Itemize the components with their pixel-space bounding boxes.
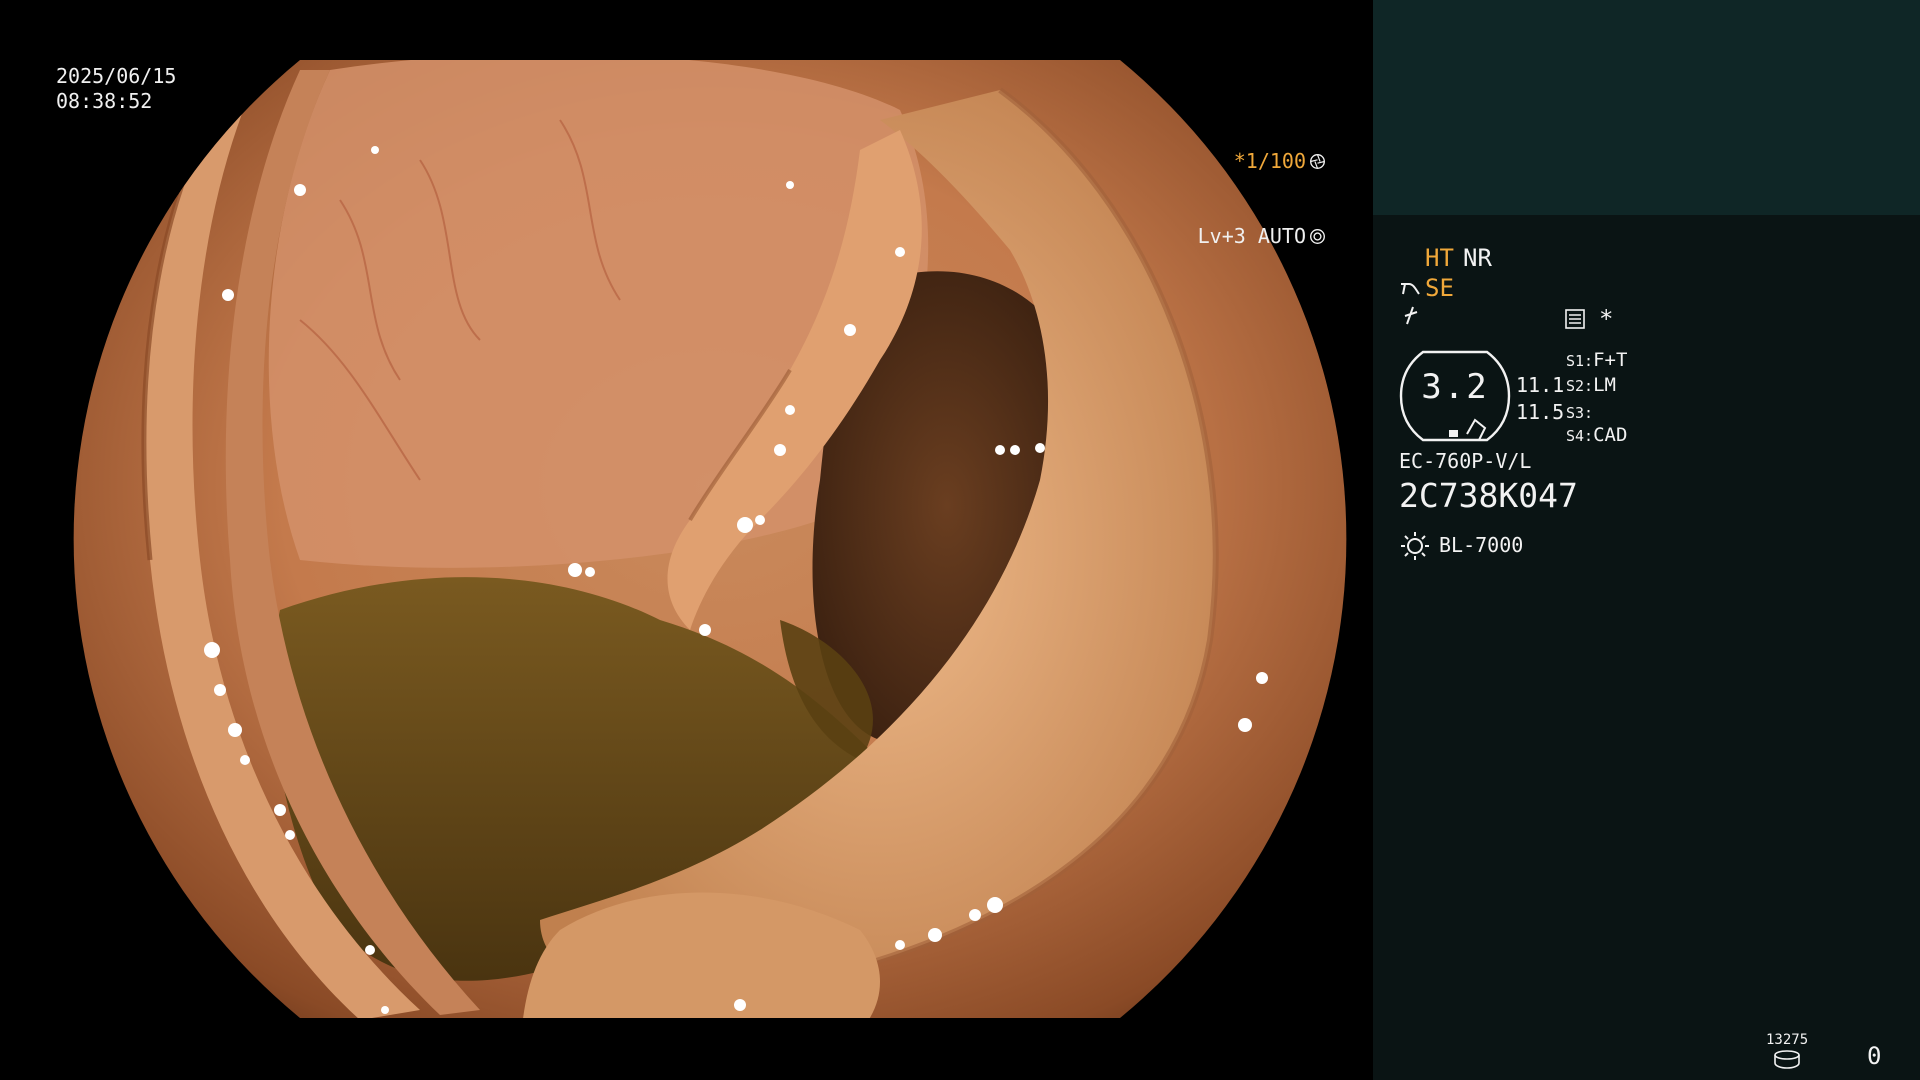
slot-key: S3:	[1566, 404, 1594, 422]
flash-icon	[1404, 306, 1418, 325]
exposure-display: *1/100 Lv+3 AUTO	[1198, 99, 1326, 299]
enhancement-level: Lv+3 AUTO	[1197, 224, 1306, 248]
date-text: 2025/06/15	[56, 64, 177, 88]
level-value: 3.2	[1421, 367, 1489, 407]
storage-count: 13275	[1766, 1032, 1809, 1048]
switch-slot-4: S4:CAD	[1566, 423, 1627, 448]
scope-model: EC-760P-V/L	[1399, 449, 1532, 473]
aperture-icon	[1310, 154, 1325, 169]
shutter-speed: *1/100	[1233, 149, 1306, 173]
colon-lumen-image	[73, 60, 1347, 1018]
date-time-display: 2025/06/15 08:38:52	[56, 64, 176, 114]
list-icon	[1565, 309, 1585, 329]
light-source: BL-7000	[1439, 533, 1524, 557]
frame-count: 0	[1867, 1042, 1882, 1070]
side-value-2: 11.5	[1516, 400, 1565, 424]
scope-bend-icon	[1401, 283, 1420, 295]
switch-slot-1: S1:F+T	[1566, 348, 1627, 373]
time-text: 08:38:52	[56, 89, 153, 113]
info-panel: HT NR SE * 3.2 11.1 11.5 S1:F+T S2:LM S3…	[1373, 0, 1920, 1080]
nr-indicator: NR	[1463, 244, 1492, 272]
iris-icon	[1310, 229, 1325, 244]
slot-key: S1:	[1566, 352, 1594, 370]
slot-value: CAD	[1593, 424, 1628, 446]
disk-icon	[1774, 1050, 1800, 1069]
slot-value: LM	[1593, 374, 1616, 396]
slot-key: S4:	[1566, 427, 1594, 445]
switch-slot-2: S2:LM	[1566, 373, 1616, 398]
endoscope-monitor: 2025/06/15 08:38:52 *1/100 Lv+3 AUTO HT	[0, 0, 1920, 1080]
endoscope-image-view: 2025/06/15 08:38:52 *1/100 Lv+3 AUTO	[0, 0, 1373, 1080]
se-indicator: SE	[1425, 274, 1454, 302]
sun-icon	[1401, 532, 1429, 560]
asterisk-indicator: *	[1599, 305, 1614, 333]
ht-indicator: HT	[1425, 244, 1454, 272]
slot-value: F+T	[1593, 349, 1628, 371]
scope-serial: 2C738K047	[1399, 476, 1578, 515]
switch-slot-3: S3:	[1566, 400, 1593, 425]
slot-key: S2:	[1566, 377, 1594, 395]
side-value-1: 11.1	[1516, 373, 1565, 397]
patient-info-area	[1373, 0, 1920, 215]
